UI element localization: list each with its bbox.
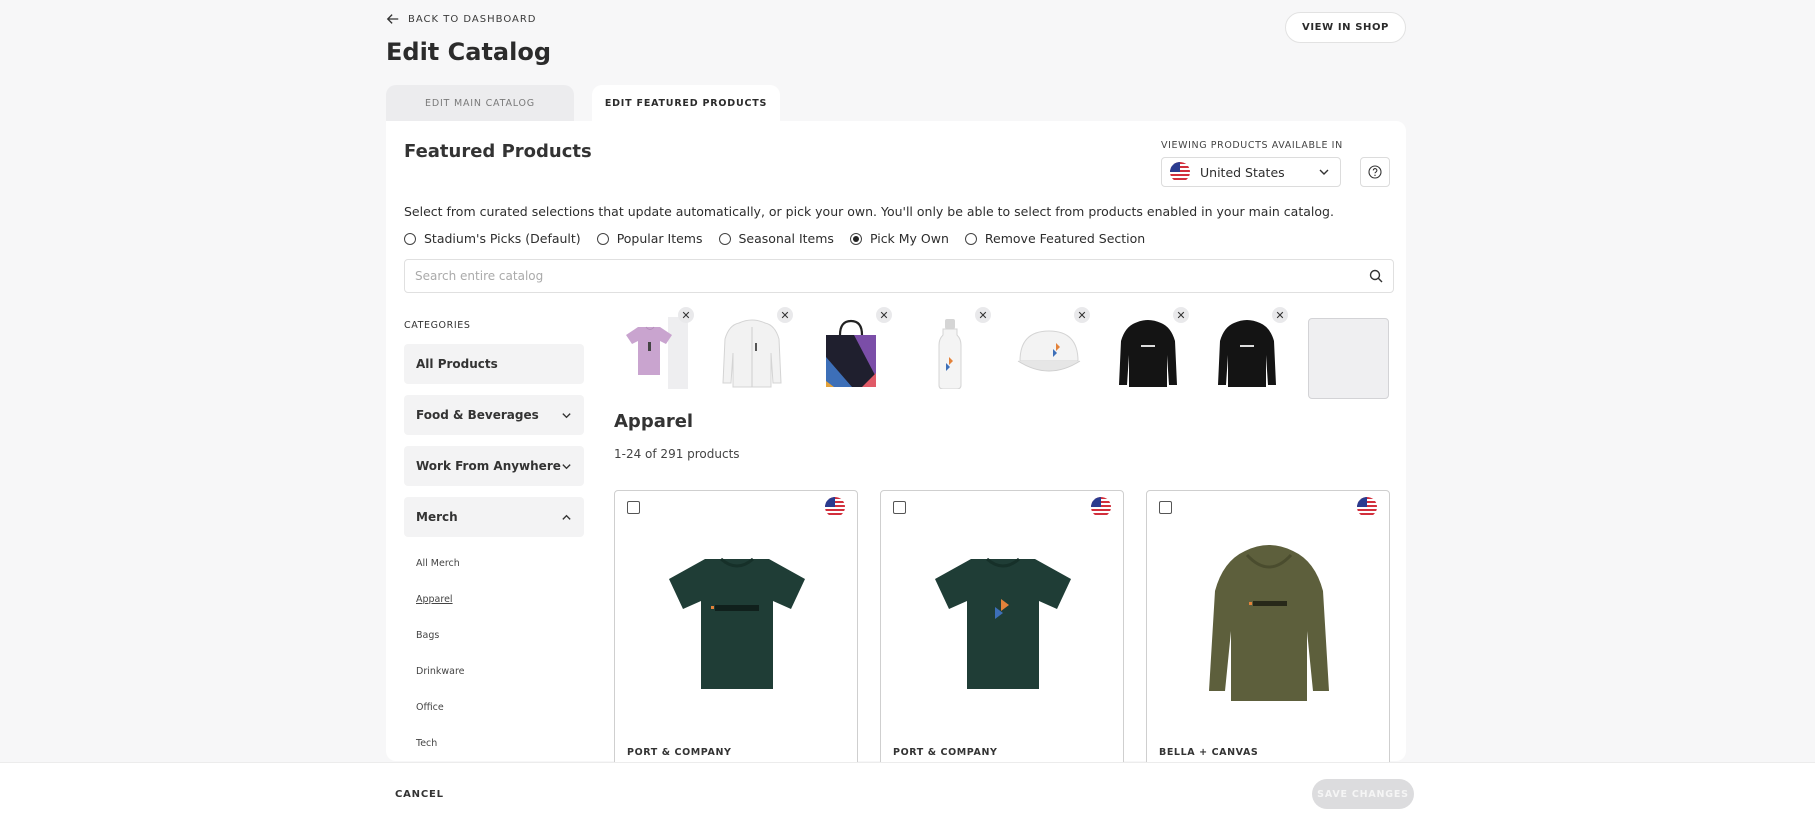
option-label: Remove Featured Section xyxy=(984,231,1146,246)
featured-item: ✕ xyxy=(1208,307,1288,395)
cancel-button[interactable]: CANCEL xyxy=(395,789,444,800)
option-label: Stadium's Picks (Default) xyxy=(424,231,581,246)
subcategory-office[interactable]: Office xyxy=(416,702,444,713)
olive-hoodie-image xyxy=(1209,545,1329,701)
us-flag-icon xyxy=(1357,497,1377,517)
empty-featured-slot xyxy=(1308,318,1389,399)
green-tshirt-logo-image xyxy=(935,557,1071,689)
page-title: Edit Catalog xyxy=(386,38,551,66)
back-to-dashboard-link[interactable]: BACK TO DASHBOARD xyxy=(386,12,537,26)
product-card[interactable]: PORT & COMPANY xyxy=(614,490,858,790)
radio-dot[interactable] xyxy=(849,232,862,245)
category-food-beverages[interactable]: Food & Beverages xyxy=(404,395,584,435)
product-card[interactable]: BELLA + CANVAS xyxy=(1146,490,1390,790)
remove-featured-button[interactable]: ✕ xyxy=(777,307,793,323)
us-flag-icon xyxy=(1091,497,1111,517)
country-select[interactable]: United States xyxy=(1161,157,1341,187)
featured-item: ✕ xyxy=(614,307,694,395)
product-checkbox[interactable] xyxy=(1159,501,1172,514)
option-popular-items[interactable]: Popular Items xyxy=(596,231,703,246)
remove-featured-button[interactable]: ✕ xyxy=(1173,307,1189,323)
remove-featured-button[interactable]: ✕ xyxy=(975,307,991,323)
category-label: All Products xyxy=(416,357,498,371)
footer-bar: CANCEL SAVE CHANGES xyxy=(0,762,1815,822)
subcategory-bags[interactable]: Bags xyxy=(416,630,439,641)
us-flag-icon xyxy=(1170,162,1190,182)
option-remove-featured[interactable]: Remove Featured Section xyxy=(964,231,1146,246)
featured-options: Stadium's Picks (Default) Popular Items … xyxy=(404,231,1145,246)
save-changes-button[interactable]: SAVE CHANGES xyxy=(1312,779,1414,809)
subcategory-apparel[interactable]: Apparel xyxy=(416,594,453,605)
product-checkbox[interactable] xyxy=(627,501,640,514)
green-tshirt-image xyxy=(669,557,805,689)
chevron-down-icon xyxy=(1319,169,1329,175)
subcategory-drinkware[interactable]: Drinkware xyxy=(416,666,465,677)
featured-products-panel: Featured Products VIEWING PRODUCTS AVAIL… xyxy=(386,121,1406,790)
tab-edit-featured-products[interactable]: EDIT FEATURED PRODUCTS xyxy=(592,85,780,122)
categories-label: CATEGORIES xyxy=(404,320,471,331)
category-label: Merch xyxy=(416,510,458,524)
product-checkbox[interactable] xyxy=(893,501,906,514)
country-value: United States xyxy=(1200,164,1285,180)
option-stadiums-picks[interactable]: Stadium's Picks (Default) xyxy=(404,231,581,246)
remove-featured-button[interactable]: ✕ xyxy=(678,307,694,323)
tote-bag-icon xyxy=(826,319,876,387)
water-bottle-icon xyxy=(938,319,962,389)
catalog-search[interactable] xyxy=(404,259,1394,293)
featured-item: ✕ xyxy=(812,307,892,395)
product-brand: PORT & COMPANY xyxy=(627,747,732,758)
chevron-down-icon xyxy=(562,412,571,418)
question-circle-icon xyxy=(1368,165,1382,179)
chevron-down-icon xyxy=(562,463,571,469)
remove-featured-button[interactable]: ✕ xyxy=(1272,307,1288,323)
featured-item: ✕ xyxy=(1010,307,1090,395)
radio-dot[interactable] xyxy=(404,232,416,245)
remove-featured-button[interactable]: ✕ xyxy=(876,307,892,323)
catalog-tabs: EDIT MAIN CATALOG EDIT FEATURED PRODUCTS xyxy=(386,85,780,122)
viewing-label: VIEWING PRODUCTS AVAILABLE IN xyxy=(1161,140,1343,151)
black-hoodie-icon xyxy=(1218,320,1276,387)
product-count: 1-24 of 291 products xyxy=(614,447,740,461)
section-title: Featured Products xyxy=(404,141,592,162)
back-label: BACK TO DASHBOARD xyxy=(408,13,537,25)
category-label: Work From Anywhere xyxy=(416,459,561,473)
category-merch[interactable]: Merch xyxy=(404,497,584,537)
option-label: Seasonal Items xyxy=(738,231,834,246)
chevron-up-icon xyxy=(562,514,571,520)
product-brand: PORT & COMPANY xyxy=(893,747,998,758)
help-button[interactable] xyxy=(1360,157,1390,187)
search-icon[interactable] xyxy=(1369,269,1383,283)
view-in-shop-button[interactable]: VIEW IN SHOP xyxy=(1285,12,1406,43)
us-flag-icon xyxy=(825,497,845,517)
radio-dot[interactable] xyxy=(718,232,731,245)
lavender-tshirt-icon xyxy=(626,317,688,389)
radio-dot[interactable] xyxy=(964,232,977,245)
featured-item: ✕ xyxy=(713,307,793,395)
subcategory-all-merch[interactable]: All Merch xyxy=(416,558,460,569)
option-seasonal-items[interactable]: Seasonal Items xyxy=(718,231,834,246)
option-label: Pick My Own xyxy=(869,231,949,246)
category-all-products[interactable]: All Products xyxy=(404,344,584,384)
category-heading: Apparel xyxy=(614,411,694,432)
featured-item: ✕ xyxy=(911,307,991,395)
black-hoodie-icon xyxy=(1119,320,1177,387)
category-label: Food & Beverages xyxy=(416,408,539,422)
product-card[interactable]: PORT & COMPANY xyxy=(880,490,1124,790)
white-cap-icon xyxy=(1017,330,1081,372)
remove-featured-button[interactable]: ✕ xyxy=(1074,307,1090,323)
selection-description: Select from curated selections that upda… xyxy=(404,204,1334,219)
category-work-from-anywhere[interactable]: Work From Anywhere xyxy=(404,446,584,486)
arrow-left-icon xyxy=(386,14,399,24)
option-pick-my-own[interactable]: Pick My Own xyxy=(849,231,949,246)
white-zip-hoodie-icon xyxy=(722,319,782,388)
tab-edit-main-catalog[interactable]: EDIT MAIN CATALOG xyxy=(386,85,574,122)
option-label: Popular Items xyxy=(616,231,703,246)
subcategory-tech[interactable]: Tech xyxy=(416,738,437,749)
product-brand: BELLA + CANVAS xyxy=(1159,747,1259,758)
featured-item: ✕ xyxy=(1109,307,1189,395)
search-input[interactable] xyxy=(415,269,1369,283)
radio-dot[interactable] xyxy=(596,232,609,245)
